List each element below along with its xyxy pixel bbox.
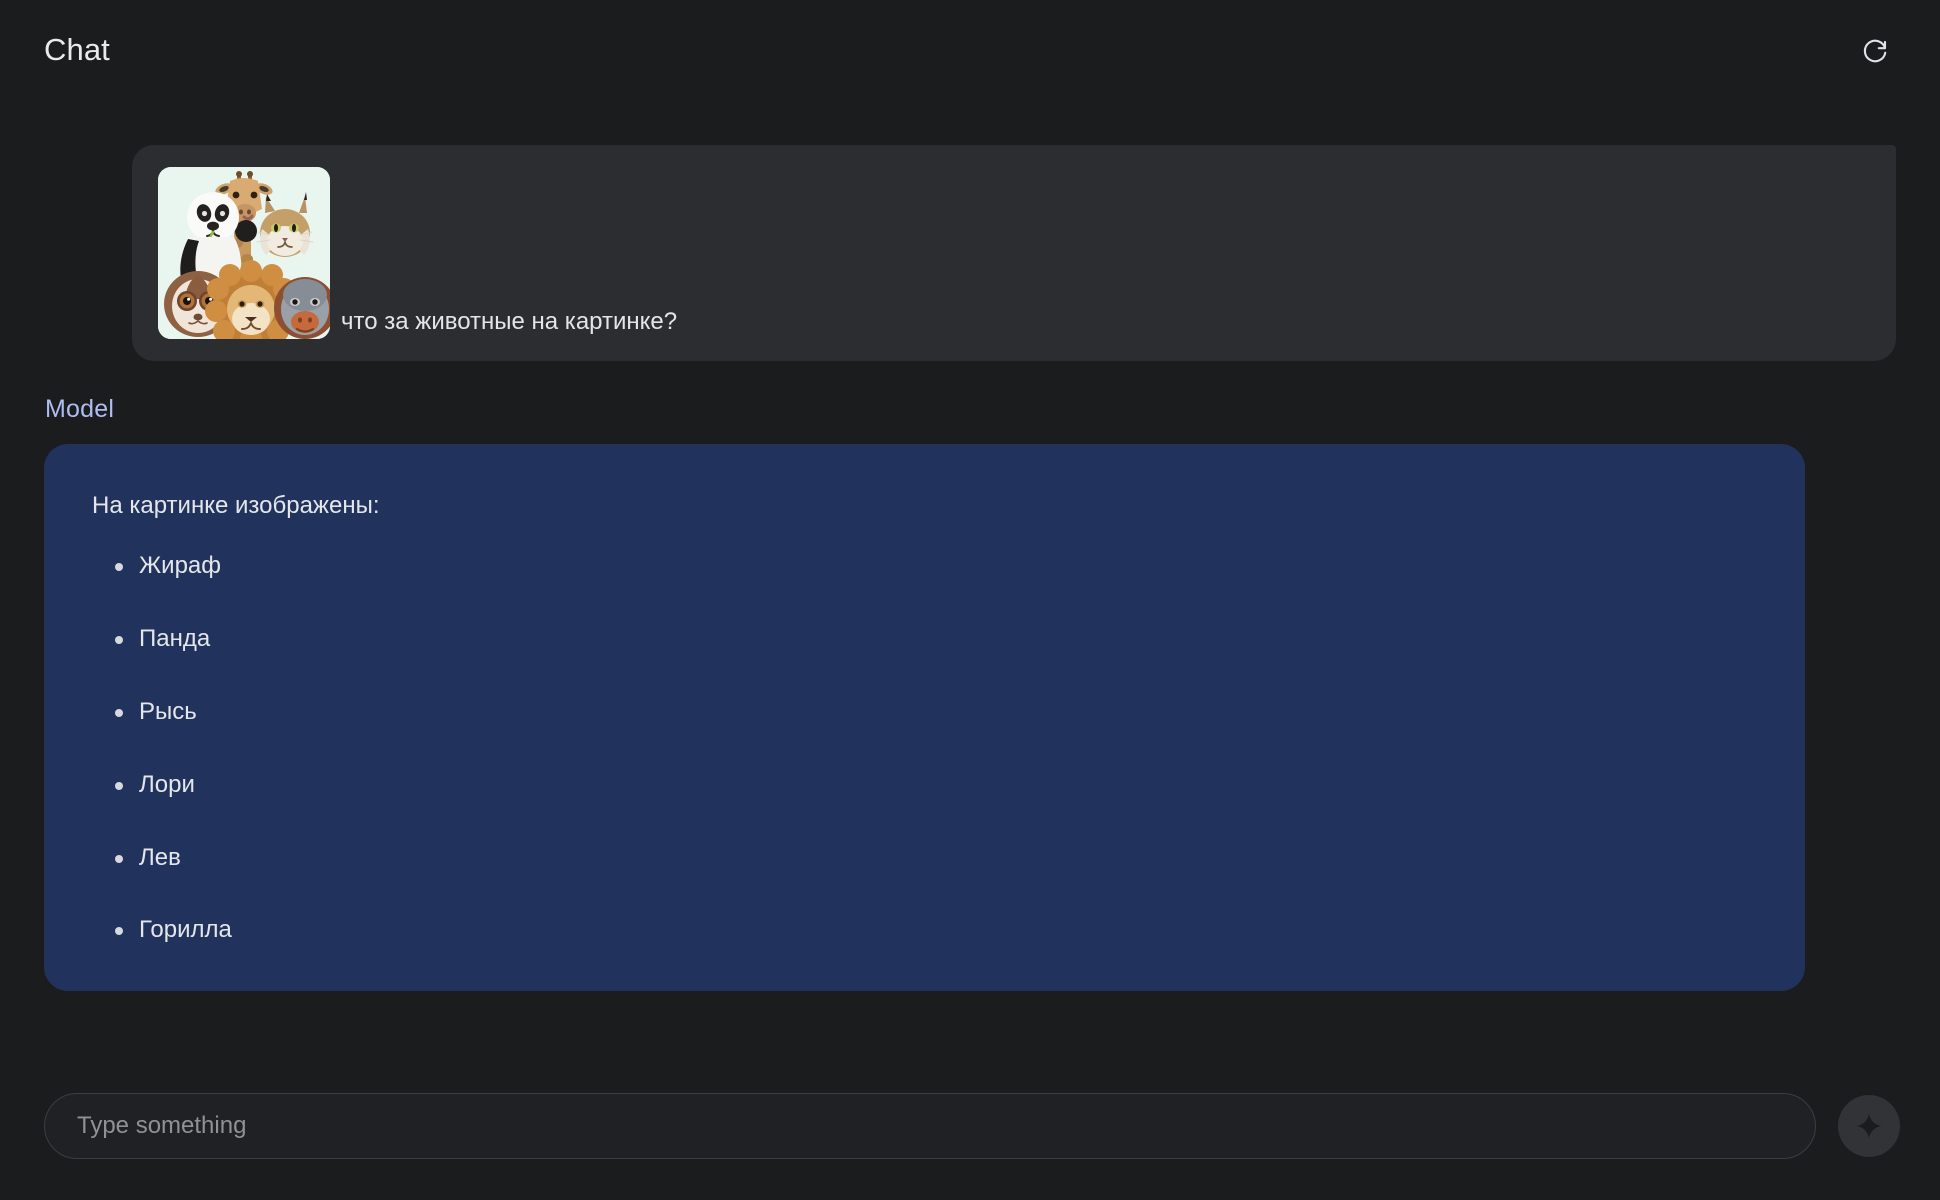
list-item: Жираф [92,552,1757,581]
list-item-label: Лори [139,770,195,798]
bullet-icon [115,563,123,572]
bullet-icon [115,781,123,790]
refresh-button[interactable] [1852,27,1898,73]
model-role-label: Model [45,395,115,423]
app-header: Chat [0,0,1940,100]
list-item-label: Жираф [139,552,222,580]
refresh-icon [1860,35,1890,65]
message-input[interactable] [44,1093,1816,1159]
list-item: Рысь [92,698,1757,727]
chat-message-list: что за животные на картинке? Model На ка… [0,100,1940,1052]
page-title: Chat [44,32,110,67]
user-message-row: что за животные на картинке? [44,145,1896,361]
list-item-label: Горилла [139,916,232,944]
list-item-label: Рысь [139,697,197,725]
attached-image-thumbnail[interactable] [158,167,330,339]
user-message-bubble: что за животные на картинке? [132,145,1896,361]
sparkle-icon [1854,1111,1884,1141]
list-item-label: Лев [139,843,181,871]
animal-collage-image [158,167,330,339]
animal-list: Жираф Панда Рысь Лори Лев Горилла [92,552,1757,945]
list-item: Лев [92,844,1757,873]
bullet-icon [115,927,123,936]
composer-bar [0,1052,1940,1200]
list-item: Лори [92,771,1757,800]
model-response-panel: На картинке изображены: Жираф Панда Рысь… [44,444,1805,992]
list-item-label: Панда [139,625,211,653]
list-item: Горилла [92,916,1757,945]
send-button[interactable] [1838,1095,1900,1157]
bullet-icon [115,854,123,863]
model-response-intro: На картинке изображены: [92,492,380,519]
list-item: Панда [92,625,1757,654]
bullet-icon [115,708,123,717]
bullet-icon [115,636,123,645]
user-message-text: что за животные на картинке? [341,307,678,335]
